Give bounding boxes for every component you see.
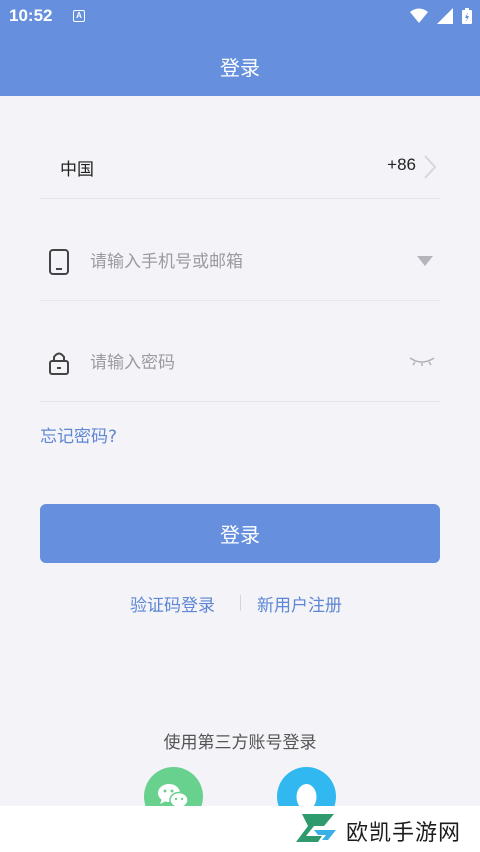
app-header: 登录 <box>0 32 480 96</box>
wifi-icon <box>409 8 428 23</box>
register-link[interactable]: 新用户注册 <box>257 591 342 616</box>
country-code: +86 <box>387 155 416 174</box>
watermark-text: 欧凯手游网 <box>346 821 462 846</box>
status-bar: 10:52 A <box>0 0 480 32</box>
battery-charging-icon <box>462 8 472 24</box>
password-input[interactable] <box>90 346 390 380</box>
watermark-logo-icon <box>296 814 336 842</box>
country-label: 中国 <box>60 160 94 180</box>
status-icons <box>406 8 472 24</box>
phone-icon <box>49 249 69 275</box>
phone-row <box>40 235 440 301</box>
page-title: 登录 <box>220 56 260 80</box>
third-party-title: 使用第三方账号登录 <box>163 733 317 753</box>
dropdown-arrow-icon[interactable] <box>416 255 434 267</box>
alt-login-links: 验证码登录 新用户注册 <box>0 591 480 616</box>
notification-icon: A <box>73 10 85 22</box>
sms-login-link[interactable]: 验证码登录 <box>130 591 215 616</box>
phone-email-input[interactable] <box>90 245 390 279</box>
lock-icon <box>49 352 69 375</box>
eye-closed-icon[interactable] <box>408 354 436 368</box>
password-row <box>40 336 440 402</box>
chevron-right-icon <box>424 155 437 179</box>
country-selector[interactable]: 中国 +86 <box>40 134 440 199</box>
link-divider <box>240 595 241 611</box>
forgot-password-link[interactable]: 忘记密码? <box>40 422 117 447</box>
status-time: 10:52 <box>9 6 53 25</box>
signal-icon <box>436 8 453 24</box>
login-button[interactable]: 登录 <box>40 504 440 563</box>
